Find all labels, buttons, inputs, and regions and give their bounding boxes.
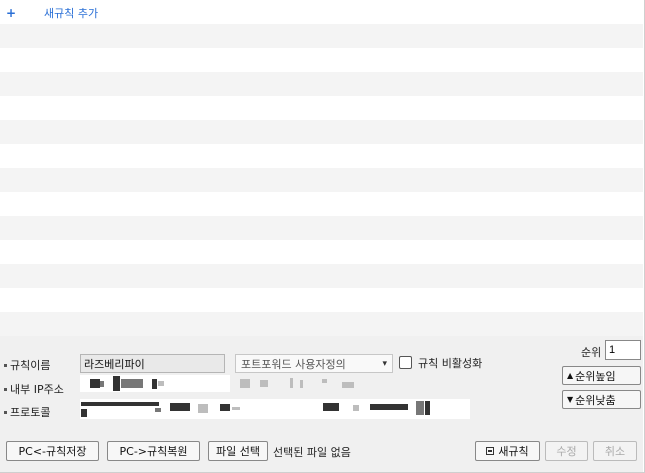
rule-name-label: 규칙이름: [4, 357, 50, 373]
choose-file-label: 파일 선택: [216, 445, 260, 458]
rule-row[interactable]: [0, 192, 643, 216]
redacted-text: [81, 409, 87, 417]
disable-rule-checkbox[interactable]: [399, 356, 412, 369]
rule-row[interactable]: [0, 120, 643, 144]
disable-rule-label: 규칙 비활성화: [418, 357, 483, 370]
rule-row[interactable]: [0, 144, 643, 168]
triangle-up-icon: ▲: [567, 371, 574, 380]
modify-label: 수정: [556, 445, 577, 458]
rank-input[interactable]: [605, 340, 641, 360]
rank-up-button[interactable]: ▲ 순위높임: [562, 366, 641, 385]
rule-row[interactable]: [0, 240, 643, 264]
redacted-text: [260, 380, 268, 387]
rule-row[interactable]: [0, 312, 643, 336]
redacted-text: [342, 382, 354, 388]
plus-icon: +: [6, 6, 17, 20]
redacted-text: [290, 378, 293, 388]
redacted-text: [232, 407, 240, 410]
rule-row[interactable]: [0, 216, 643, 240]
internal-ip-label: 내부 IP주소: [4, 381, 64, 397]
redacted-text: [152, 379, 157, 389]
bullet-icon: [4, 387, 7, 391]
rule-editor: 순위 규칙이름 포트포워드 사용자정의 ▾ 규칙 비활성화 ▲ 순위높임 ▼ 순…: [0, 336, 643, 472]
rank-down-label: 순위낮춤: [575, 393, 616, 407]
bullet-icon: [4, 363, 7, 367]
internal-ip-range-input[interactable]: [238, 375, 358, 392]
rule-name-input[interactable]: [80, 354, 225, 373]
chevron-down-icon: ▾: [382, 358, 387, 369]
internal-ip-input[interactable]: [80, 375, 230, 392]
rule-row[interactable]: [0, 72, 643, 96]
protocol-label-text: 프로토콜: [10, 406, 51, 419]
cancel-button[interactable]: 취소: [593, 441, 637, 461]
restore-rules-from-pc-button[interactable]: PC->규칙복원: [107, 441, 200, 461]
restore-rules-from-pc-label: PC->규칙복원: [119, 445, 188, 458]
redacted-text: [121, 379, 143, 388]
redacted-text: [158, 381, 164, 386]
internal-ip-label-text: 내부 IP주소: [10, 383, 64, 396]
protocol-port-fields[interactable]: [80, 399, 470, 419]
new-rule-label: 새규칙: [498, 445, 529, 458]
bullet-icon: [4, 410, 7, 414]
modify-button[interactable]: 수정: [545, 441, 588, 461]
redacted-text: [100, 381, 104, 387]
redacted-text: [370, 404, 408, 410]
new-rule-button[interactable]: 새규칙: [475, 441, 540, 461]
redacted-text: [90, 379, 100, 388]
rank-label: 순위: [581, 346, 602, 359]
new-rule-icon: [486, 447, 495, 455]
choose-file-button[interactable]: 파일 선택: [208, 441, 268, 461]
redacted-text: [113, 376, 120, 391]
rule-manager-panel: + 새규칙 추가 순위 규칙이름 포트포워드 사용자정의 ▾ 규칙 비활성화 ▲…: [0, 0, 645, 473]
rule-row[interactable]: [0, 264, 643, 288]
cancel-label: 취소: [604, 445, 626, 458]
redacted-text: [425, 401, 430, 415]
save-rules-to-pc-button[interactable]: PC<-규칙저장: [6, 441, 99, 461]
redacted-text: [322, 379, 327, 383]
redacted-text: [220, 404, 230, 411]
rule-name-label-text: 규칙이름: [10, 359, 51, 372]
rank-down-button[interactable]: ▼ 순위낮춤: [562, 390, 641, 409]
redacted-text: [353, 405, 359, 411]
forward-type-value: 포트포워드 사용자정의: [241, 357, 346, 371]
protocol-label: 프로토콜: [4, 404, 50, 420]
add-rule-link[interactable]: + 새규칙 추가: [6, 6, 98, 20]
rule-row[interactable]: [0, 96, 643, 120]
forward-type-select[interactable]: 포트포워드 사용자정의 ▾: [235, 354, 393, 373]
save-rules-to-pc-label: PC<-규칙저장: [18, 445, 87, 458]
redacted-text: [416, 401, 424, 415]
no-file-selected-text: 선택된 파일 없음: [273, 446, 351, 459]
add-rule-label: 새규칙 추가: [44, 7, 99, 20]
redacted-text: [300, 380, 303, 388]
redacted-text: [240, 379, 250, 388]
triangle-down-icon: ▼: [567, 395, 574, 404]
rank-up-label: 순위높임: [575, 369, 616, 383]
redacted-text: [81, 402, 159, 406]
rule-row[interactable]: [0, 168, 643, 192]
redacted-text: [155, 408, 161, 412]
rule-row[interactable]: [0, 288, 643, 312]
redacted-text: [323, 403, 339, 411]
rule-list: [0, 24, 643, 336]
rule-row[interactable]: [0, 48, 643, 72]
redacted-text: [198, 404, 208, 413]
redacted-text: [170, 403, 190, 411]
rule-row[interactable]: [0, 24, 643, 48]
